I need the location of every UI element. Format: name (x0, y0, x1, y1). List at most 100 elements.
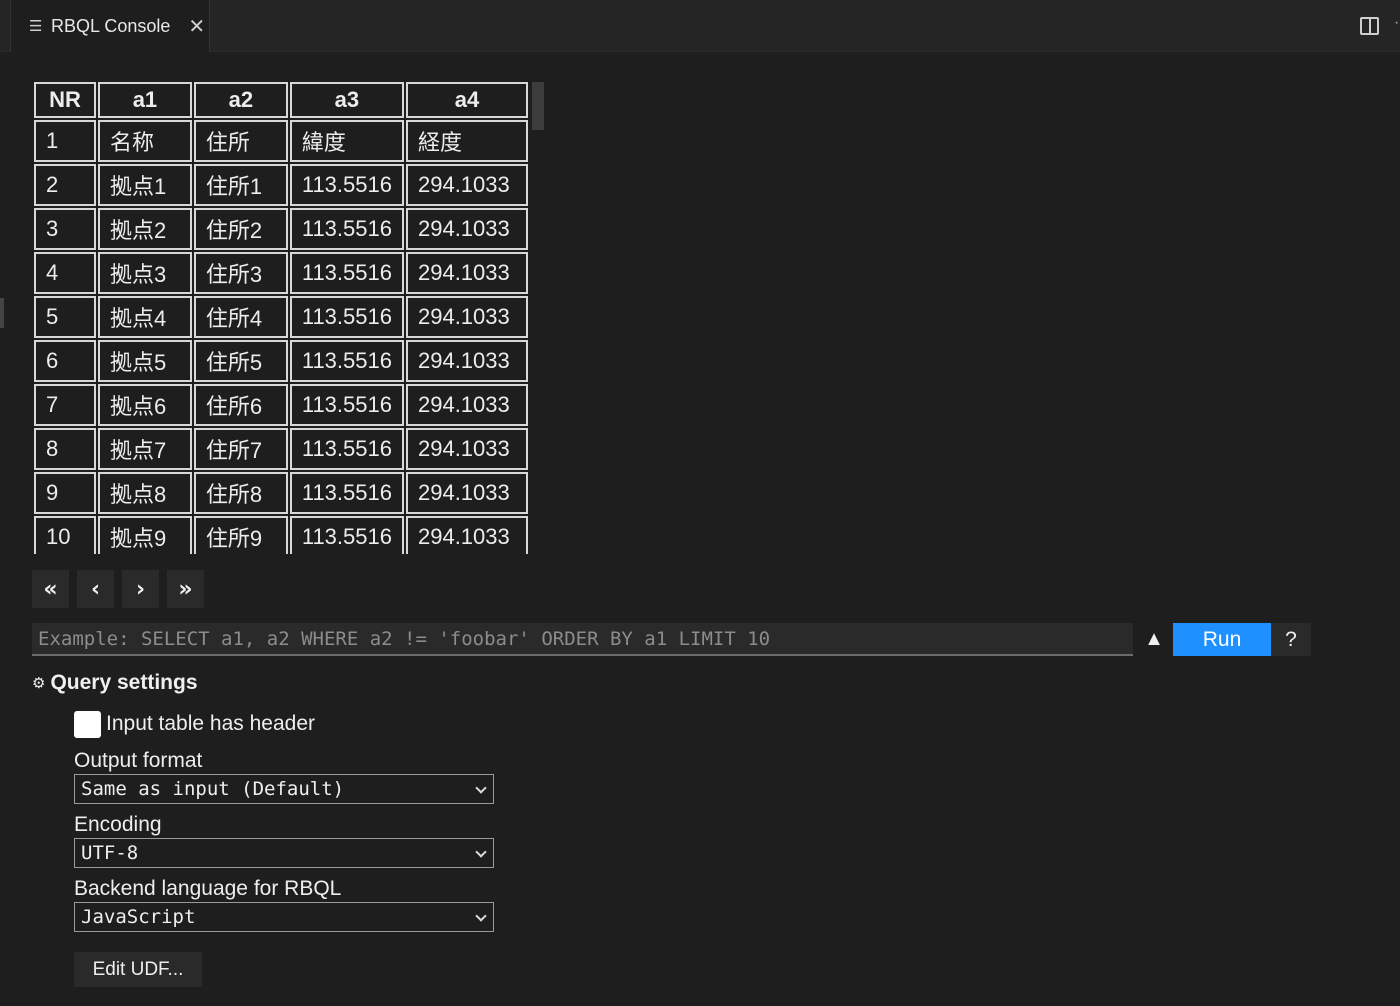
table-cell: 5 (34, 296, 96, 338)
table-cell: 住所6 (193, 384, 288, 426)
table-cell: 住所1 (193, 164, 288, 206)
column-header-a2: a2 (193, 82, 288, 118)
column-header-a1: a1 (97, 82, 192, 118)
preview-icon: ☰ (29, 18, 43, 35)
table-cell: 住所4 (193, 296, 288, 338)
backend-language-select[interactable]: JavaScript (74, 902, 494, 932)
table-cell: 1 (34, 120, 96, 162)
table-row: 2 拠点1 住所1 113.5516 294.1033 (34, 164, 528, 206)
table-cell: 2 (34, 164, 96, 206)
table-row: 8 拠点7 住所7 113.5516 294.1033 (34, 428, 528, 470)
table-cell: 拠点8 (97, 472, 192, 514)
table-cell: 拠点7 (97, 428, 192, 470)
table-cell: 10 (34, 516, 96, 554)
table-cell: 4 (34, 252, 96, 294)
help-button[interactable]: ? (1271, 623, 1311, 656)
table-cell: 経度 (405, 120, 528, 162)
run-button[interactable]: Run (1173, 623, 1271, 656)
backend-language-value: JavaScript (81, 906, 196, 928)
table-cell: 住所9 (193, 516, 288, 554)
next-page-button[interactable]: › (122, 570, 159, 608)
table-cell: 住所5 (193, 340, 288, 382)
output-format-select[interactable]: Same as input (Default) (74, 774, 494, 804)
table-cell: 9 (34, 472, 96, 514)
header-option: Input table has header (74, 708, 494, 740)
editor-tab-bar: ☰ RBQL Console ✕ · (0, 0, 1400, 52)
tab-title: RBQL Console (51, 15, 171, 36)
encoding-value: UTF-8 (81, 842, 139, 864)
encoding-label: Encoding (74, 813, 162, 836)
previous-page-button[interactable]: ‹ (77, 570, 114, 608)
gear-icon: ⚙ (32, 674, 46, 692)
table-cell: 294.1033 (405, 252, 528, 294)
table-cell: 拠点9 (97, 516, 192, 554)
table-cell: 拠点3 (97, 252, 192, 294)
split-editor-icon[interactable] (1360, 17, 1379, 35)
table-cell: 緯度 (289, 120, 404, 162)
table-cell: 住所2 (193, 208, 288, 250)
table-cell: 名称 (97, 120, 192, 162)
table-cell: 住所 (193, 120, 288, 162)
table-cell: 113.5516 (289, 516, 404, 554)
table-cell: 113.5516 (289, 252, 404, 294)
table-cell: 拠点2 (97, 208, 192, 250)
table-row: 10 拠点9 住所9 113.5516 294.1033 (34, 516, 528, 554)
table-cell: 113.5516 (289, 208, 404, 250)
table-row: 3 拠点2 住所2 113.5516 294.1033 (34, 208, 528, 250)
output-format-value: Same as input (Default) (81, 778, 345, 800)
column-header-a4: a4 (405, 82, 528, 118)
first-page-button[interactable]: « (32, 570, 69, 608)
table-cell: 8 (34, 428, 96, 470)
sash-handle[interactable] (0, 298, 4, 328)
table-cell: 拠点1 (97, 164, 192, 206)
table-cell: 294.1033 (405, 340, 528, 382)
table-row: 7 拠点6 住所6 113.5516 294.1033 (34, 384, 528, 426)
table-scrollbar[interactable] (532, 82, 544, 130)
query-input[interactable] (32, 623, 1133, 656)
table-row: 6 拠点5 住所5 113.5516 294.1033 (34, 340, 528, 382)
data-preview-table: NR a1 a2 a3 a4 1 名称 住所 緯度 経度 2 拠点1 住所1 113.5516 2… (34, 82, 530, 554)
table-cell: 294.1033 (405, 516, 528, 554)
query-settings-title: Query settings (50, 671, 198, 694)
table-cell: 6 (34, 340, 96, 382)
tab-rbql-console[interactable]: ☰ RBQL Console ✕ (10, 0, 210, 52)
query-settings-panel: Input table has header Output format Sam… (74, 708, 494, 932)
table-cell: 294.1033 (405, 384, 528, 426)
table-row: 1 名称 住所 緯度 経度 (34, 120, 528, 162)
header-checkbox-label: Input table has header (106, 712, 315, 735)
table-cell: 住所8 (193, 472, 288, 514)
close-icon[interactable]: ✕ (188, 14, 205, 39)
edit-udf-button[interactable]: Edit UDF... (74, 952, 202, 987)
table-cell: 113.5516 (289, 472, 404, 514)
chevron-down-icon (475, 846, 487, 858)
table-cell: 113.5516 (289, 340, 404, 382)
table-row: 5 拠点4 住所4 113.5516 294.1033 (34, 296, 528, 338)
backend-language-label: Backend language for RBQL (74, 877, 342, 900)
table-cell: 294.1033 (405, 208, 528, 250)
more-actions-icon[interactable]: · (1394, 14, 1399, 32)
query-history-button[interactable]: ▲ (1138, 623, 1170, 656)
table-row: 4 拠点3 住所3 113.5516 294.1033 (34, 252, 528, 294)
pagination: « ‹ › » (32, 570, 204, 608)
table-cell: 113.5516 (289, 164, 404, 206)
last-page-button[interactable]: » (167, 570, 204, 608)
table-cell: 7 (34, 384, 96, 426)
table-cell: 拠点4 (97, 296, 192, 338)
table-cell: 294.1033 (405, 164, 528, 206)
chevron-down-icon (475, 782, 487, 794)
table-row: 9 拠点8 住所8 113.5516 294.1033 (34, 472, 528, 514)
table-cell: 拠点5 (97, 340, 192, 382)
table-cell: 住所7 (193, 428, 288, 470)
table-cell: 294.1033 (405, 296, 528, 338)
table-cell: 113.5516 (289, 384, 404, 426)
column-header-nr: NR (34, 82, 96, 118)
header-checkbox[interactable] (74, 710, 101, 738)
query-settings-toggle[interactable]: ⚙ Query settings (32, 671, 198, 695)
table-cell: 拠点6 (97, 384, 192, 426)
encoding-select[interactable]: UTF-8 (74, 838, 494, 868)
table-cell: 3 (34, 208, 96, 250)
table-cell: 113.5516 (289, 296, 404, 338)
table-cell: 住所3 (193, 252, 288, 294)
table-header-row: NR a1 a2 a3 a4 (34, 82, 528, 118)
table-cell: 113.5516 (289, 428, 404, 470)
